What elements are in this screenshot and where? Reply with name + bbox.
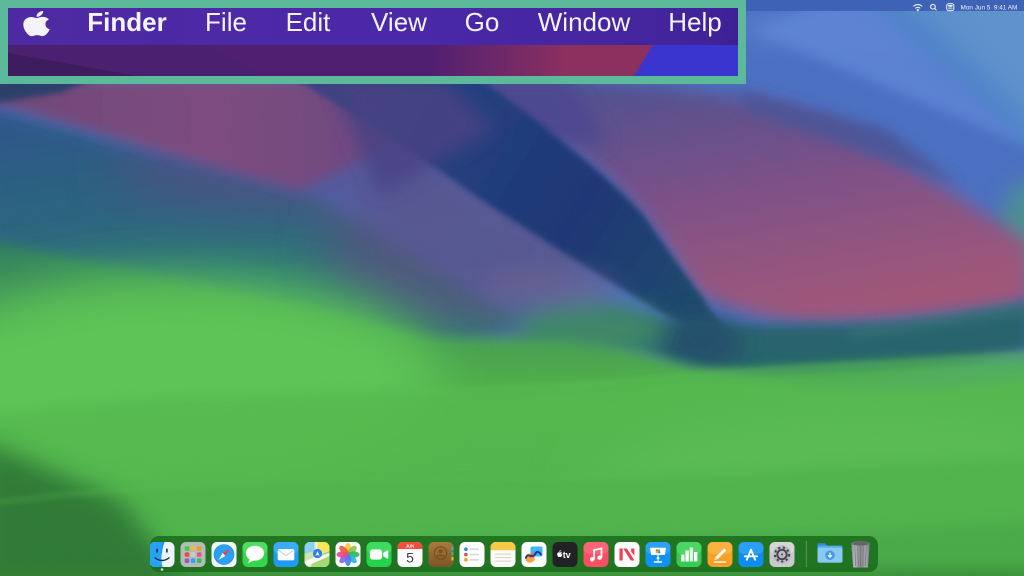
svg-text:tv: tv <box>563 550 571 560</box>
svg-text:Mon Jun 5 9:41 AM: Mon Jun 5 9:41 AM <box>961 4 1018 11</box>
svg-text:JUN: JUN <box>406 543 414 548</box>
svg-text:5: 5 <box>406 550 414 566</box>
